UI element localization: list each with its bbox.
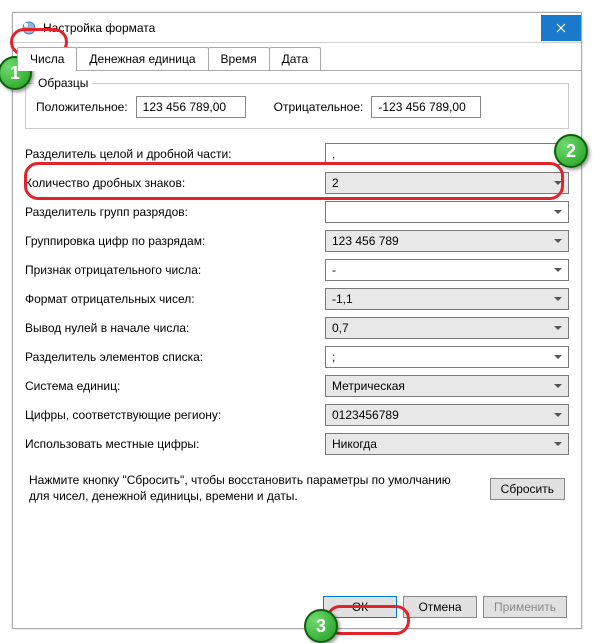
settings-list: Разделитель целой и дробной части: Колич… (25, 143, 569, 455)
combo-decimal-sep[interactable] (325, 143, 569, 165)
label-list-sep: Разделитель элементов списка: (25, 350, 315, 364)
negative-value: -123 456 789,00 (371, 96, 481, 118)
input-decimal-sep[interactable] (332, 147, 548, 161)
close-button[interactable] (541, 15, 581, 41)
content: Числа Денежная единица Время Дата Образц… (13, 43, 581, 516)
combo-neg-sign[interactable] (325, 259, 569, 281)
label-group-sep: Разделитель групп разрядов: (25, 205, 315, 219)
reset-text: Нажмите кнопку "Сбросить", чтобы восстан… (29, 473, 474, 504)
cancel-button[interactable]: Отмена (403, 596, 477, 618)
reset-button[interactable]: Сбросить (490, 478, 565, 500)
row-list-sep: Разделитель элементов списка: (25, 346, 569, 368)
tab-panel: Образцы Положительное: 123 456 789,00 От… (13, 71, 581, 516)
combo-use-native[interactable]: Никогда (325, 433, 569, 455)
samples-row: Положительное: 123 456 789,00 Отрицатель… (36, 96, 558, 118)
label-decimal-digits: Количество дробных знаков: (25, 176, 315, 190)
row-use-native: Использовать местные цифры: Никогда (25, 433, 569, 455)
window-title: Настройка формата (43, 21, 541, 35)
tab-numbers[interactable]: Числа (17, 47, 77, 70)
negative-label: Отрицательное: (274, 100, 364, 114)
row-neg-sign: Признак отрицательного числа: (25, 259, 569, 281)
label-grouping: Группировка цифр по разрядам: (25, 234, 315, 248)
combo-leading-zero[interactable]: 0,7 (325, 317, 569, 339)
tab-bar: Числа Денежная единица Время Дата (13, 43, 581, 71)
row-measure-sys: Система единиц: Метрическая (25, 375, 569, 397)
row-leading-zero: Вывод нулей в начале числа: 0,7 (25, 317, 569, 339)
reset-area: Нажмите кнопку "Сбросить", чтобы восстан… (29, 473, 565, 504)
input-neg-sign[interactable] (332, 263, 548, 277)
tab-time[interactable]: Время (208, 47, 270, 70)
combo-native-digits[interactable]: 0123456789 (325, 404, 569, 426)
combo-neg-format[interactable]: -1,1 (325, 288, 569, 310)
tab-date[interactable]: Дата (269, 47, 322, 70)
label-leading-zero: Вывод нулей в начале числа: (25, 321, 315, 335)
samples-fieldset: Образцы Положительное: 123 456 789,00 От… (25, 83, 569, 129)
label-neg-sign: Признак отрицательного числа: (25, 263, 315, 277)
positive-label: Положительное: (36, 100, 128, 114)
label-decimal-sep: Разделитель целой и дробной части: (25, 147, 315, 161)
label-neg-format: Формат отрицательных чисел: (25, 292, 315, 306)
row-neg-format: Формат отрицательных чисел: -1,1 (25, 288, 569, 310)
apply-button[interactable]: Применить (483, 596, 567, 618)
row-grouping: Группировка цифр по разрядам: 123 456 78… (25, 230, 569, 252)
tab-currency[interactable]: Денежная единица (76, 47, 208, 70)
combo-grouping[interactable]: 123 456 789 (325, 230, 569, 252)
combo-decimal-digits[interactable]: 2 (325, 172, 569, 194)
titlebar: Настройка формата (13, 13, 581, 43)
row-native-digits: Цифры, соответствующие региону: 01234567… (25, 404, 569, 426)
combo-list-sep[interactable] (325, 346, 569, 368)
positive-value: 123 456 789,00 (136, 96, 246, 118)
footer: ОК Отмена Применить (323, 596, 567, 618)
ok-button[interactable]: ОК (323, 596, 397, 618)
app-icon (21, 20, 37, 36)
row-decimal-sep: Разделитель целой и дробной части: (25, 143, 569, 165)
label-measure-sys: Система единиц: (25, 379, 315, 393)
input-list-sep[interactable] (332, 350, 548, 364)
dialog-window: Настройка формата Числа Денежная единица… (12, 12, 582, 629)
label-use-native: Использовать местные цифры: (25, 437, 315, 451)
row-decimal-digits: Количество дробных знаков: 2 (25, 172, 569, 194)
input-group-sep[interactable] (332, 205, 548, 219)
row-group-sep: Разделитель групп разрядов: (25, 201, 569, 223)
samples-legend: Образцы (34, 76, 92, 90)
combo-measure-sys[interactable]: Метрическая (325, 375, 569, 397)
label-native-digits: Цифры, соответствующие региону: (25, 408, 315, 422)
combo-group-sep[interactable] (325, 201, 569, 223)
